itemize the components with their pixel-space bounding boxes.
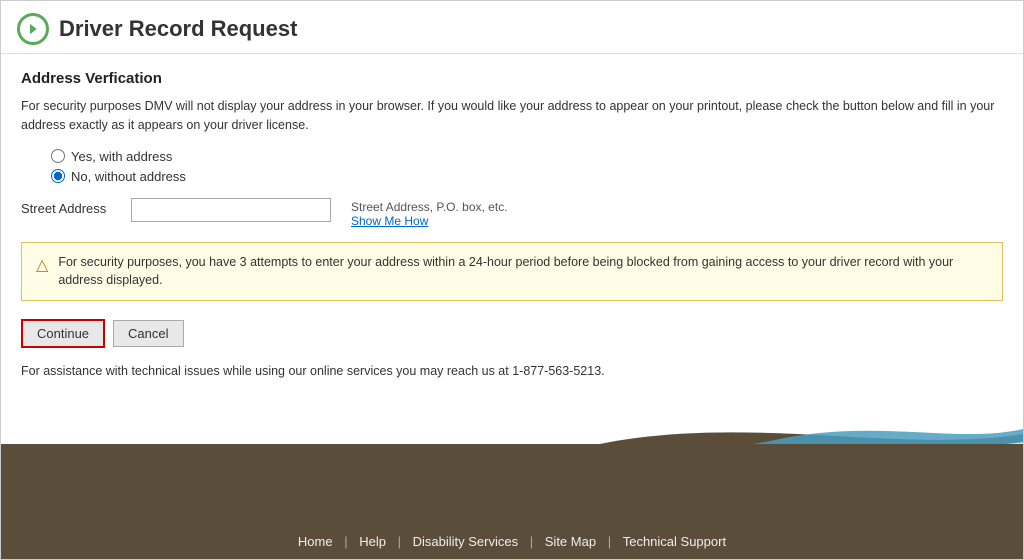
button-row: Continue Cancel — [21, 319, 1003, 348]
street-address-input-group — [131, 198, 331, 222]
section-title: Address Verfication — [21, 70, 1003, 87]
footer-link-home[interactable]: Home — [298, 534, 333, 549]
street-address-hint: Street Address, P.O. box, etc. Show Me H… — [351, 198, 508, 228]
section-description: For security purposes DMV will not displ… — [21, 97, 1003, 135]
radio-yes-with-address[interactable]: Yes, with address — [51, 149, 1003, 164]
street-address-label: Street Address — [21, 198, 121, 216]
content-area: Address Verfication For security purpose… — [1, 54, 1023, 414]
show-me-how-link[interactable]: Show Me How — [351, 214, 508, 228]
page-wrapper: Driver Record Request Address Verficatio… — [0, 0, 1024, 560]
wave-decoration — [1, 414, 1023, 524]
address-radio-group: Yes, with address No, without address — [21, 149, 1003, 184]
page-title: Driver Record Request — [59, 16, 297, 42]
cancel-button[interactable]: Cancel — [113, 320, 183, 347]
warning-text: For security purposes, you have 3 attemp… — [58, 253, 988, 291]
help-text: For assistance with technical issues whi… — [21, 364, 1003, 378]
footer-link-help[interactable]: Help — [359, 534, 386, 549]
street-address-hint-text: Street Address, P.O. box, etc. — [351, 200, 508, 214]
footer-brown-bg — [1, 444, 1023, 524]
radio-yes-input[interactable] — [51, 149, 65, 163]
footer-link-sitemap[interactable]: Site Map — [545, 534, 596, 549]
radio-no-label: No, without address — [71, 169, 186, 184]
radio-no-input[interactable] — [51, 169, 65, 183]
continue-button[interactable]: Continue — [21, 319, 105, 348]
radio-yes-label: Yes, with address — [71, 149, 172, 164]
street-address-row: Street Address Street Address, P.O. box,… — [21, 198, 1003, 228]
go-icon — [17, 13, 49, 45]
footer-link-disability[interactable]: Disability Services — [413, 534, 518, 549]
footer-link-techsupport[interactable]: Technical Support — [623, 534, 726, 549]
warning-box: △ For security purposes, you have 3 atte… — [21, 242, 1003, 302]
radio-no-without-address[interactable]: No, without address — [51, 169, 1003, 184]
header: Driver Record Request — [1, 1, 1023, 54]
street-address-input[interactable] — [131, 198, 331, 222]
footer-nav: Home | Help | Disability Services | Site… — [1, 524, 1023, 559]
warning-icon: △ — [36, 254, 48, 278]
